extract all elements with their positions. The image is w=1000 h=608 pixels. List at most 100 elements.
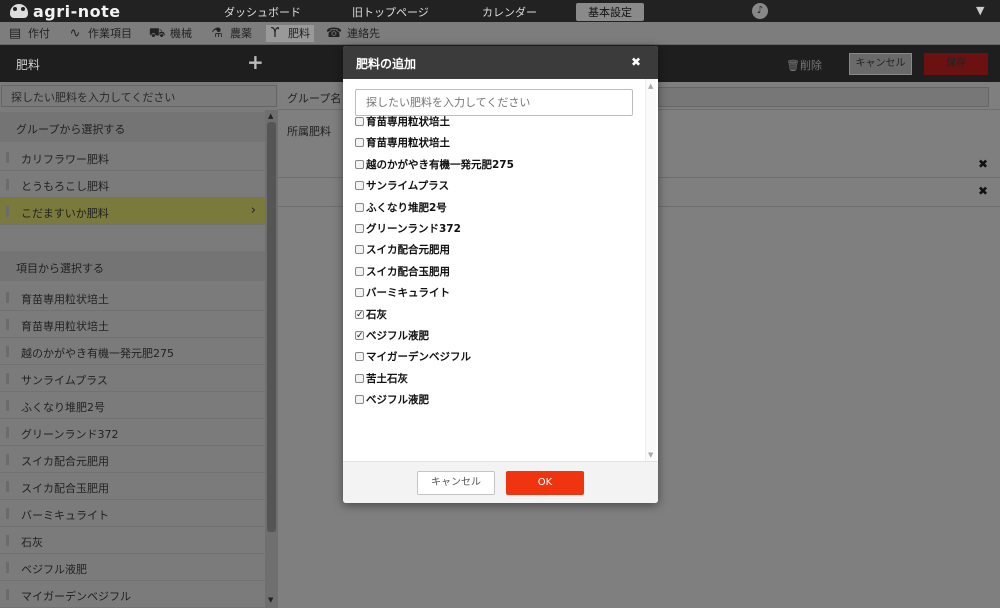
list-item[interactable]: 育苗専用粒状培土 xyxy=(0,311,265,338)
checkbox[interactable] xyxy=(355,181,364,191)
list-item[interactable]: グリーンランド372 xyxy=(0,419,265,446)
fertilizer-option[interactable]: ベジフル液肥 xyxy=(355,329,429,347)
checkbox[interactable] xyxy=(355,138,364,148)
top-bar: agri-note ダッシュボード 旧トップページ カレンダー 基本設定 ♪ ▼ xyxy=(0,0,1000,22)
list-item[interactable]: 育苗専用粒状培土 xyxy=(0,284,265,311)
fertilizer-option[interactable]: ふくなり堆肥2号 xyxy=(355,201,447,219)
scroll-up-icon[interactable]: ▲ xyxy=(268,112,273,120)
subnav-item-contacts[interactable]: ☎ 連絡先 xyxy=(325,25,380,42)
fertilizer-option-label: 育苗専用粒状培土 xyxy=(366,116,450,128)
dialog-cancel-button[interactable]: キャンセル xyxy=(417,471,495,495)
remove-item-icon[interactable]: ✖ xyxy=(978,184,988,198)
save-button[interactable]: 保存 xyxy=(924,53,988,75)
subnav-item-sakuzuke[interactable]: ▤ 作付 xyxy=(6,25,50,42)
list-item[interactable]: 越のかがやき有機一発元肥275 xyxy=(0,338,265,365)
fertilizer-option-label: スイカ配合元肥用 xyxy=(366,244,450,257)
nav-old-top-page[interactable]: 旧トップページ xyxy=(352,4,429,20)
delete-label: 削除 xyxy=(799,59,822,72)
user-menu[interactable]: ♪ xyxy=(752,3,778,19)
group-name-label: グループ名 xyxy=(287,92,342,105)
frog-icon xyxy=(10,4,28,18)
fertilizer-option[interactable]: 育苗専用粒状培土 xyxy=(355,136,450,154)
checkbox-checked[interactable] xyxy=(355,308,364,322)
subnav-label: 肥料 xyxy=(288,27,310,40)
subnav-label: 機械 xyxy=(170,27,192,40)
fertilizer-option-label: 越のかがやき有機一発元肥275 xyxy=(366,158,514,171)
dialog-search-input[interactable] xyxy=(355,89,633,116)
fertilizer-option[interactable]: 育苗専用粒状培土 xyxy=(355,115,450,133)
checkbox[interactable] xyxy=(355,288,364,298)
list-item[interactable]: ふくなり堆肥2号 xyxy=(0,392,265,419)
group-section-header: グループから選択する xyxy=(0,112,265,142)
list-item[interactable]: サンライムプラス xyxy=(0,365,265,392)
left-panel: 探したい肥料を入力してください グループから選択する カリフラワー肥料 とうもろ… xyxy=(0,82,278,608)
fertilizer-option[interactable]: 越のかがやき有機一発元肥275 xyxy=(355,158,514,176)
left-scrollbar-thumb[interactable] xyxy=(267,122,276,532)
dialog-ok-button[interactable]: OK xyxy=(506,471,584,495)
flask-icon: ⚗ xyxy=(211,26,223,41)
fertilizer-option[interactable]: 苦土石灰 xyxy=(355,372,408,390)
list-item[interactable]: マイガーデンベジフル xyxy=(0,581,265,608)
checkbox-checked[interactable] xyxy=(355,329,364,343)
list-item[interactable]: ベジフル液肥 xyxy=(0,554,265,581)
checkbox[interactable] xyxy=(355,202,364,212)
subnav-item-fertilizer[interactable]: ϒ 肥料 xyxy=(266,25,314,42)
add-group-button[interactable]: + xyxy=(247,50,264,74)
fertilizer-option[interactable]: グリーンランド372 xyxy=(355,222,461,240)
list-item[interactable]: スイカ配合元肥用 xyxy=(0,446,265,473)
nav-calendar[interactable]: カレンダー xyxy=(482,4,537,20)
belong-fertilizer-label: 所属肥料 xyxy=(287,125,331,138)
list-item[interactable]: バーミキュライト xyxy=(0,500,265,527)
nav-dashboard[interactable]: ダッシュボード xyxy=(224,4,301,20)
checkbox[interactable] xyxy=(355,352,364,362)
panel-title: 肥料 xyxy=(16,58,41,72)
checkbox[interactable] xyxy=(355,159,364,169)
subnav-item-pesticides[interactable]: ⚗ 農薬 xyxy=(208,25,252,42)
scroll-up-icon[interactable]: ▲ xyxy=(648,82,653,90)
scroll-down-icon[interactable]: ▼ xyxy=(648,451,653,459)
fertilizer-option-label: ベジフル液肥 xyxy=(366,330,429,342)
group-item[interactable]: とうもろこし肥料 xyxy=(0,171,265,198)
delete-button[interactable]: 🗑削除 xyxy=(786,57,822,73)
dialog-header: 肥料の追加 ✖ xyxy=(343,46,658,79)
group-item[interactable]: カリフラワー肥料 xyxy=(0,144,265,171)
fertilizer-option[interactable]: ベジフル液肥 xyxy=(355,393,429,411)
list-item[interactable]: スイカ配合玉肥用 xyxy=(0,473,265,500)
fertilizer-option-label: 苦土石灰 xyxy=(366,372,408,385)
checkbox[interactable] xyxy=(355,373,364,383)
checkbox[interactable] xyxy=(355,117,364,126)
fertilizer-option-label: グリーンランド372 xyxy=(366,223,461,235)
checkbox[interactable] xyxy=(355,266,364,276)
subnav-item-work-items[interactable]: ∿ 作業項目 xyxy=(66,25,132,42)
user-avatar-icon: ♪ xyxy=(752,3,768,19)
fertilizer-option[interactable]: スイカ配合元肥用 xyxy=(355,243,450,261)
fertilizer-option-label: ふくなり堆肥2号 xyxy=(366,201,447,214)
cancel-button[interactable]: キャンセル xyxy=(849,53,912,75)
list-item[interactable]: 石灰 xyxy=(0,527,265,554)
checkbox[interactable] xyxy=(355,245,364,255)
checkbox[interactable] xyxy=(355,395,364,405)
app-logo[interactable]: agri-note xyxy=(10,2,121,21)
left-search-input[interactable]: 探したい肥料を入力してください xyxy=(1,85,277,107)
tractor-icon: ⛟ xyxy=(148,26,166,41)
fertilizer-option[interactable]: マイガーデンベジフル xyxy=(355,350,471,368)
fertilizer-option[interactable]: 石灰 xyxy=(355,308,387,326)
subnav-item-machines[interactable]: ⛟ 機械 xyxy=(148,25,192,42)
checkbox[interactable] xyxy=(355,224,364,233)
fertilizer-option[interactable]: サンライムプラス xyxy=(355,179,449,197)
group-item-label: こだますいか肥料 xyxy=(21,207,109,220)
group-name-input[interactable] xyxy=(658,87,989,107)
fertilizer-option[interactable]: スイカ配合玉肥用 xyxy=(355,265,450,283)
dialog-scrollbar[interactable] xyxy=(645,79,656,461)
close-icon[interactable]: ✖ xyxy=(631,55,641,69)
contact-book-icon: ☎ xyxy=(325,26,343,41)
scroll-down-icon[interactable]: ▼ xyxy=(268,596,273,604)
remove-item-icon[interactable]: ✖ xyxy=(978,157,988,171)
dialog-body: 育苗専用粒状培土育苗専用粒状培土越のかがやき有機一発元肥275 サンライムプラスふ… xyxy=(343,79,658,461)
document-icon: ▤ xyxy=(8,26,22,41)
group-item-selected[interactable]: こだますいか肥料 › xyxy=(0,198,265,225)
fertilizer-option[interactable]: バーミキュライト xyxy=(355,286,450,304)
nav-basic-settings[interactable]: 基本設定 xyxy=(576,3,644,21)
chevron-down-icon[interactable]: ▼ xyxy=(976,4,984,17)
fertilizer-option-label: マイガーデンベジフル xyxy=(366,351,471,364)
